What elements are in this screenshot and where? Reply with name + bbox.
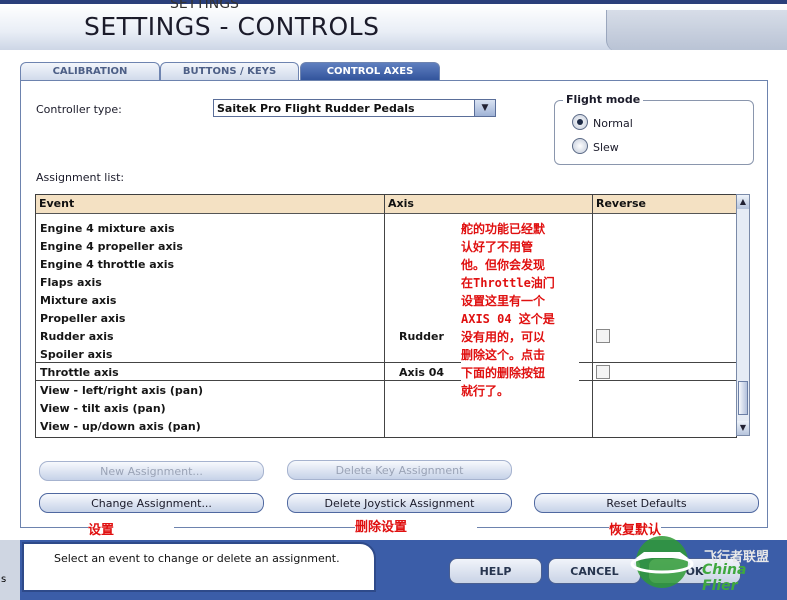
tab-label: CALIBRATION — [52, 66, 128, 77]
event-cell: Spoiler axis — [40, 348, 113, 361]
title-bar-right-panel — [606, 10, 787, 52]
event-cell: Engine 4 propeller axis — [40, 240, 183, 253]
scroll-up-icon[interactable]: ▲ — [737, 195, 749, 209]
chevron-down-icon[interactable]: ▼ — [474, 100, 495, 116]
radio-slew[interactable] — [572, 138, 588, 154]
scroll-down-icon[interactable]: ▼ — [737, 421, 749, 435]
tab-calibration[interactable]: CALIBRATION — [20, 62, 160, 81]
event-cell: Engine 4 throttle axis — [40, 258, 175, 271]
table-scrollbar[interactable]: ▲ ▼ — [736, 194, 750, 436]
bottom-left-panel: s — [0, 540, 20, 600]
status-text: Select an event to change or delete an a… — [54, 552, 340, 565]
annotation-change: 设置 — [88, 519, 175, 538]
china-flier-logo: 飞行者联盟 China Flier — [622, 528, 782, 594]
event-cell: View - up/down axis (pan) — [40, 420, 201, 433]
tab-label: CONTROL AXES — [326, 66, 414, 77]
annotation-delete: 删除设置 — [355, 516, 478, 535]
event-cell: Engine 4 mixture axis — [40, 222, 175, 235]
table-row[interactable]: View - up/down axis (pan) — [36, 417, 736, 435]
tab-control-axes[interactable]: CONTROL AXES — [300, 62, 440, 82]
table-row-selected[interactable]: Throttle axis Axis 04 — [36, 362, 736, 381]
page-title: SETTINGS - CONTROLS — [84, 12, 380, 41]
table-header: Event Axis Reverse — [36, 195, 736, 214]
reverse-checkbox[interactable] — [596, 329, 610, 343]
event-cell: View - left/right axis (pan) — [40, 384, 204, 397]
note-line: AXIS 04 这个是 — [461, 312, 555, 326]
col-header-reverse[interactable]: Reverse — [593, 195, 646, 213]
logo-icon — [630, 536, 694, 588]
event-cell: Rudder axis — [40, 330, 114, 343]
controller-type-label: Controller type: — [36, 103, 122, 116]
note-line: 在Throttle油门 — [461, 276, 555, 290]
col-header-event[interactable]: Event — [36, 195, 74, 213]
note-line: 删除这个。点击 — [461, 348, 546, 362]
table-row[interactable]: Engine 4 throttle axis — [36, 255, 736, 273]
table-row[interactable]: Engine 4 propeller axis — [36, 237, 736, 255]
event-cell: View - tilt axis (pan) — [40, 402, 166, 415]
note-line: 下面的删除按钮 — [461, 366, 546, 380]
note-line: 就行了。 — [461, 384, 510, 398]
flight-mode-title: Flight mode — [563, 93, 644, 106]
axis-cell: Rudder — [399, 330, 444, 343]
ghost-title: SETTINGS — [170, 0, 239, 12]
axis-cell: Axis 04 — [399, 366, 445, 379]
event-cell: Throttle axis — [40, 366, 119, 379]
col-header-axis[interactable]: Axis — [385, 195, 414, 213]
change-assignment-button[interactable]: Change Assignment... — [39, 493, 264, 513]
controller-type-value: Saitek Pro Flight Rudder Pedals — [217, 102, 415, 115]
event-cell: Flaps axis — [40, 276, 102, 289]
table-row[interactable]: View - tilt axis (pan) — [36, 399, 736, 417]
radio-normal-label: Normal — [593, 117, 633, 130]
assignment-list-label: Assignment list: — [36, 171, 125, 184]
assignment-table: Event Axis Reverse Engine 4 mixture axis… — [35, 194, 737, 438]
table-row[interactable]: Mixture axis — [36, 291, 736, 309]
tab-label: BUTTONS / KEYS — [182, 66, 277, 77]
note-line: 设置这里有一个 — [461, 294, 546, 308]
help-button[interactable]: HELP — [449, 558, 542, 584]
scroll-thumb[interactable] — [738, 381, 748, 415]
event-cell: Mixture axis — [40, 294, 117, 307]
delete-key-assignment-button[interactable]: Delete Key Assignment — [287, 460, 512, 480]
table-row[interactable]: Spoiler axis — [36, 345, 736, 363]
logo-text-en: China Flier — [702, 562, 747, 594]
status-bar: Select an event to change or delete an a… — [22, 542, 376, 592]
reset-defaults-button[interactable]: Reset Defaults — [534, 493, 759, 513]
radio-slew-label: Slew — [593, 141, 619, 154]
radio-normal[interactable] — [572, 114, 588, 130]
new-assignment-button[interactable]: New Assignment... — [39, 461, 264, 481]
title-bar: SETTINGS SETTINGS - CONTROLS — [0, 0, 787, 52]
event-cell: Propeller axis — [40, 312, 126, 325]
tab-buttons-keys[interactable]: BUTTONS / KEYS — [160, 62, 299, 81]
table-row[interactable]: Rudder axis Rudder — [36, 327, 736, 345]
table-row[interactable]: View - left/right axis (pan) — [36, 381, 736, 399]
delete-joystick-assignment-button[interactable]: Delete Joystick Assignment — [287, 493, 512, 513]
reverse-checkbox[interactable] — [596, 365, 610, 379]
overlay-note: 舵的功能已经默 认好了不用管 他。但你会发现 在Throttle油门 设置这里有… — [461, 220, 579, 402]
table-row[interactable]: Flaps axis — [36, 273, 736, 291]
note-line: 没有用的，可以 — [461, 330, 546, 344]
note-line: 认好了不用管 — [461, 240, 534, 254]
table-row[interactable]: Propeller axis — [36, 309, 736, 327]
bottom-left-text: s — [1, 574, 7, 585]
table-row[interactable]: Engine 4 mixture axis — [36, 219, 736, 237]
note-line: 舵的功能已经默 — [461, 222, 546, 236]
flight-mode-group: Flight mode — [554, 93, 754, 165]
controller-type-select[interactable]: Saitek Pro Flight Rudder Pedals ▼ — [213, 99, 496, 117]
note-line: 他。但你会发现 — [461, 258, 546, 272]
